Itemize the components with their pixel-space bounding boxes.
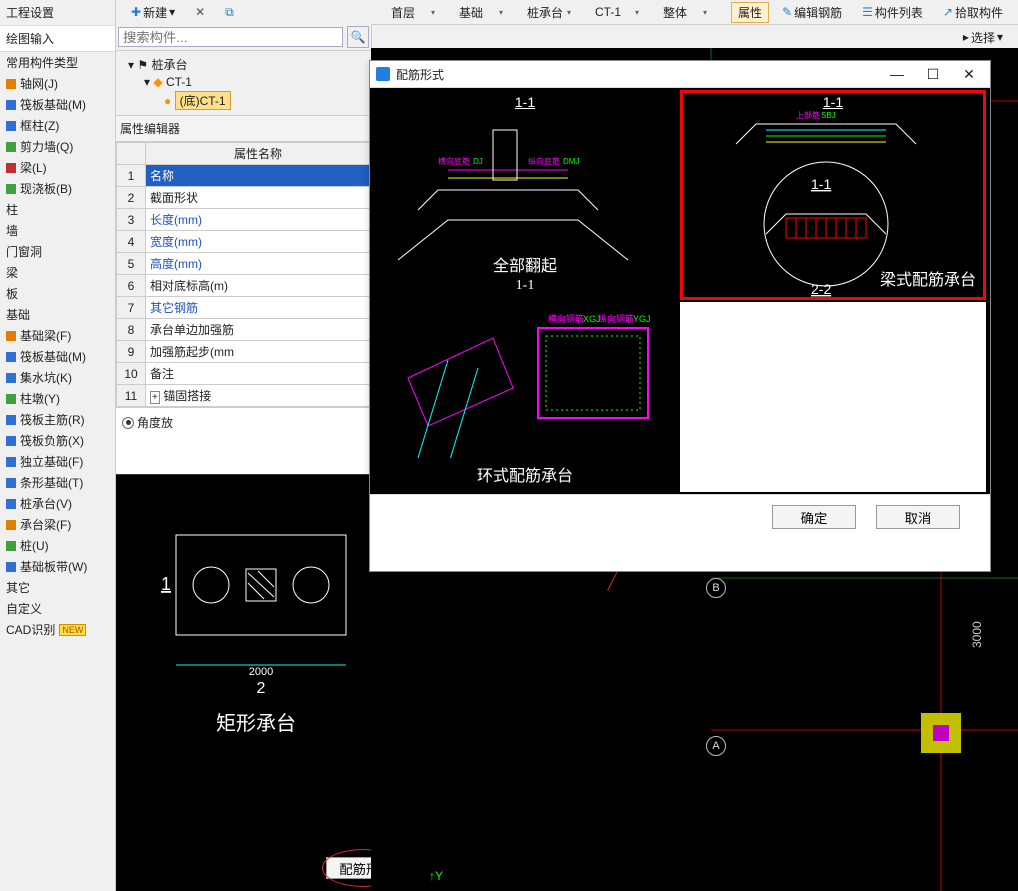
prop-row-9[interactable]: 9加强筋起步(mm [117,341,371,363]
svg-text:2-2: 2-2 [811,281,831,297]
item-jsk[interactable]: 集水坑(K) [0,367,115,388]
cancel-button[interactable]: 取消 [876,505,960,529]
dd-floor[interactable]: 首层▾ [391,4,435,21]
search-input[interactable] [118,27,343,47]
svg-text:纵向钢筋: 纵向钢筋 [598,313,634,324]
group-ban[interactable]: 板 [0,283,115,304]
item-txjc[interactable]: 条形基础(T) [0,472,115,493]
svg-text:1-1: 1-1 [811,176,831,192]
prop-row-6[interactable]: 6相对底标高(m) [117,275,371,297]
new-button[interactable]: ✚新建 ▾ [124,2,182,23]
dialog-title: 配筋形式 [396,66,444,83]
group-mcd[interactable]: 门窗洞 [0,241,115,262]
prop-row-7[interactable]: 7其它钢筋 [117,297,371,319]
btn-attributes[interactable]: 属性 [731,2,769,23]
item-fbzj[interactable]: 筏板主筋(R) [0,409,115,430]
svg-text:DJ: DJ [473,157,483,166]
item-axis[interactable]: 轴网(J) [0,73,115,94]
svg-text:1: 1 [161,574,171,594]
svg-text:横向底筋: 横向底筋 [438,156,470,166]
item-ctl[interactable]: 承台梁(F) [0,514,115,535]
middle-panel: 🔍 ▾ ⚑ 桩承台 ▾ ◆ CT-1 ● (底)CT-1 属性编辑器 属性名称 … [116,24,372,891]
svg-text:2000: 2000 [249,666,273,678]
prop-row-4[interactable]: 4宽度(mm) [117,231,371,253]
dd-category[interactable]: 基础▾ [459,4,503,21]
dd-component[interactable]: CT-1▾ [595,5,639,19]
group-common[interactable]: 常用构件类型 [0,52,115,73]
group-cad[interactable]: CAD识别 NEW [0,619,115,640]
group-zhu[interactable]: 柱 [0,199,115,220]
copy-button[interactable]: ⧉ [218,3,241,22]
svg-text:3000: 3000 [970,621,984,648]
item-fbjc[interactable]: 筏板基础(M) [0,346,115,367]
prop-row-1[interactable]: 1名称 [117,165,371,187]
prop-row-8[interactable]: 8承台单边加强筋 [117,319,371,341]
maximize-button[interactable]: ☐ [918,64,948,84]
svg-text:纵向底筋: 纵向底筋 [528,156,560,166]
dd-type[interactable]: 桩承台▾ [527,4,571,21]
head-engineering-settings[interactable]: 工程设置 [0,0,115,26]
group-qita[interactable]: 其它 [0,577,115,598]
dd-scope[interactable]: 整体▾ [663,4,707,21]
minimize-button[interactable]: — [882,64,912,84]
btn-component-list[interactable]: ☰ 构件列表 [855,2,930,23]
group-jichu[interactable]: 基础 [0,304,115,325]
left-panel: 工程设置 绘图输入 常用构件类型 轴网(J) 筏板基础(M) 框柱(Z) 剪力墙… [0,0,116,891]
item-col[interactable]: 框柱(Z) [0,115,115,136]
svg-text:上部筋: 上部筋 [796,110,820,120]
prop-row-3[interactable]: 3长度(mm) [117,209,371,231]
group-zdy[interactable]: 自定义 [0,598,115,619]
search-button[interactable]: 🔍 [347,26,369,48]
item-raft[interactable]: 筏板基础(M) [0,94,115,115]
item-zhuang[interactable]: 桩(U) [0,535,115,556]
radio-angle[interactable]: 角度放 [122,414,173,431]
item-jcl[interactable]: 基础梁(F) [0,325,115,346]
btn-edit-rebar[interactable]: ✎ 编辑钢筋 [775,2,849,23]
prop-row-11[interactable]: 11+ 锚固搭接 [117,385,371,407]
group-liang[interactable]: 梁 [0,262,115,283]
svg-text:YGJ: YGJ [633,314,651,324]
item-shear[interactable]: 剪力墙(Q) [0,136,115,157]
option-empty [680,302,986,492]
rebar-form-dialog: 配筋形式 — ☐ ✕ 1-1 横向底筋DJ 纵向底筋DMJ [369,60,991,572]
item-slab[interactable]: 现浇板(B) [0,178,115,199]
new-badge: NEW [59,624,86,636]
col-attr-name: 属性名称 [146,143,371,165]
item-zct[interactable]: 桩承台(V) [0,493,115,514]
prop-row-10[interactable]: 10备注 [117,363,371,385]
option-beam-rebar[interactable]: 1-1 上部筋SBJ [680,90,986,300]
btn-pick[interactable]: ↗ 拾取构件 [936,2,1010,23]
option-ring-rebar[interactable]: 横向钢筋XGJ 纵向钢筋YGJ 环式配筋承台 [372,302,678,492]
svg-text:2: 2 [257,680,266,697]
toolbar-top: ✚新建 ▾ ✕ ⧉ 首层▾ 基础▾ 桩承台▾ CT-1▾ 整体▾ 属性 ✎ 编辑… [116,0,1018,25]
component-tree[interactable]: ▾ ⚑ 桩承台 ▾ ◆ CT-1 ● (底)CT-1 [116,51,371,116]
item-fbfj[interactable]: 筏板负筋(X) [0,430,115,451]
btn-select[interactable]: ▸ 选择 ▾ [956,27,1010,48]
svg-text:DMJ: DMJ [563,157,579,166]
ok-button[interactable]: 确定 [772,505,856,529]
tree-selected[interactable]: (底)CT-1 [175,91,231,110]
close-button[interactable]: ✕ [954,64,984,84]
property-editor-header: 属性编辑器 [116,116,371,142]
search-icon: 🔍 [351,30,366,44]
item-jcbd[interactable]: 基础板带(W) [0,556,115,577]
item-beam[interactable]: 梁(L) [0,157,115,178]
option-all-turnup[interactable]: 1-1 横向底筋DJ 纵向底筋DMJ 全部翻起1-1 [372,90,678,300]
prop-row-2[interactable]: 2截面形状 [117,187,371,209]
svg-text:矩形承台: 矩形承台 [216,712,296,735]
group-qiang[interactable]: 墙 [0,220,115,241]
dialog-icon [376,67,390,81]
svg-text:SBJ: SBJ [821,111,836,120]
prop-row-5[interactable]: 5高度(mm) [117,253,371,275]
item-dljc[interactable]: 独立基础(F) [0,451,115,472]
axis-a: A [706,736,726,756]
axis-b: B [706,578,726,598]
svg-text:横向钢筋: 横向钢筋 [548,313,584,324]
delete-button[interactable]: ✕ [188,3,212,21]
main-area: ✚新建 ▾ ✕ ⧉ 首层▾ 基础▾ 桩承台▾ CT-1▾ 整体▾ 属性 ✎ 编辑… [116,0,1018,891]
y-axis-label: ↑Y [429,869,443,883]
item-zd[interactable]: 柱墩(Y) [0,388,115,409]
head-draw-input[interactable]: 绘图输入 [0,26,115,52]
